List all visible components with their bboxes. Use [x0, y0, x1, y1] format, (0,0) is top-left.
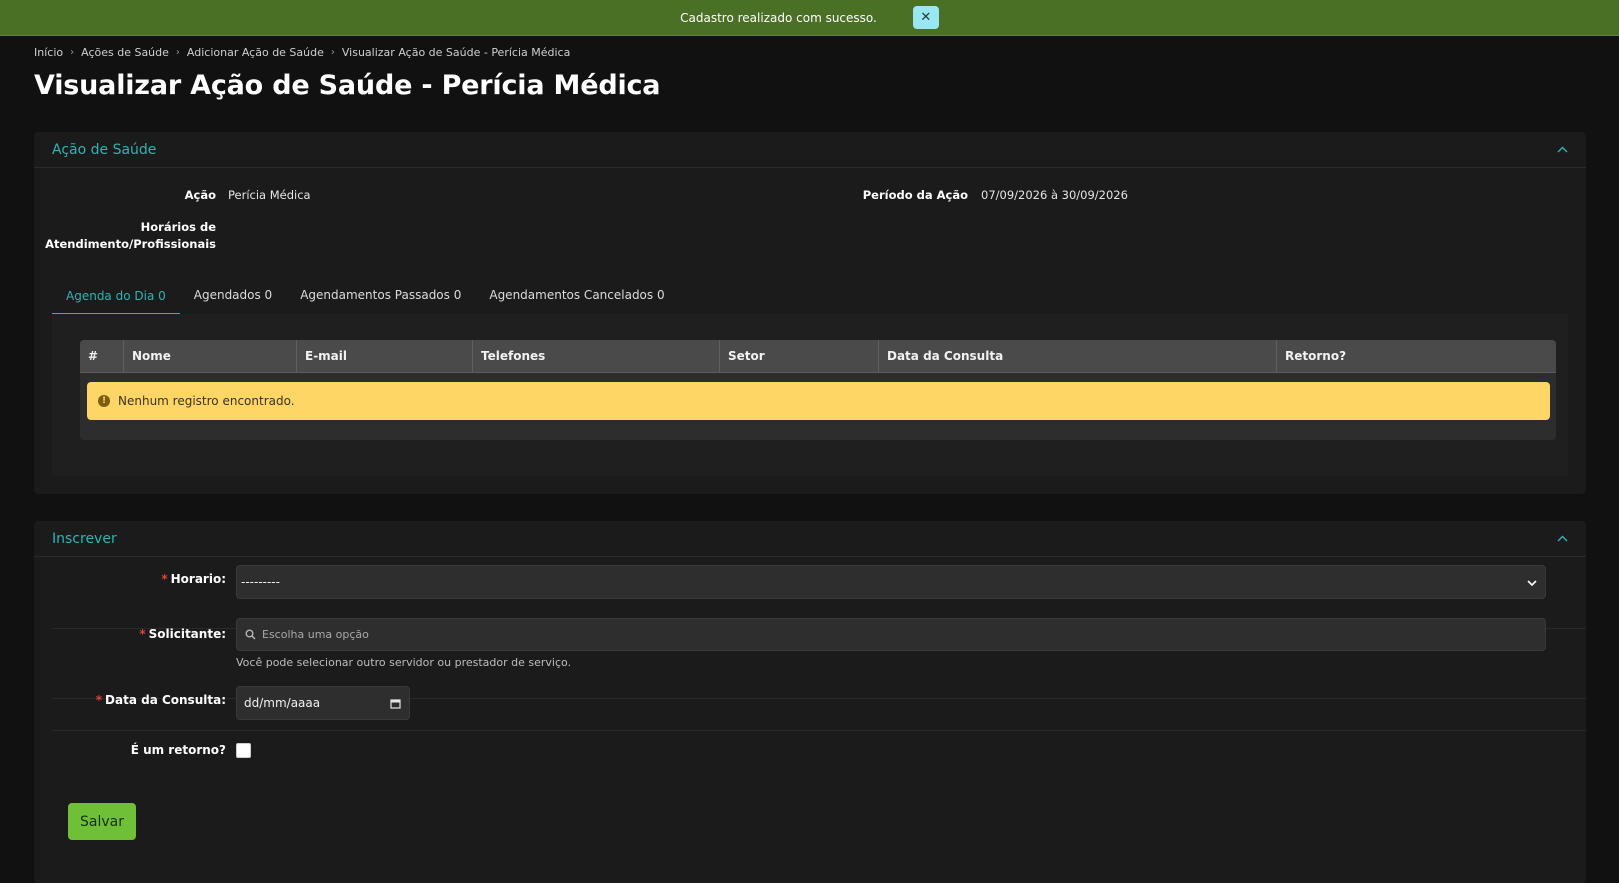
horarios-label-line2: Atendimento/Profissionais	[45, 237, 216, 251]
horario-selected-value: ---------	[241, 575, 280, 589]
breadcrumb: Início › Ações de Saúde › Adicionar Ação…	[34, 44, 570, 60]
panel-title: Inscrever	[52, 530, 117, 547]
acao-de-saude-panel-header[interactable]: Ação de Saúde	[34, 132, 1586, 168]
solicitante-placeholder: Escolha uma opção	[262, 628, 369, 641]
horarios-label-line1: Horários de	[140, 220, 216, 234]
data-consulta-row: * Data da Consulta: dd/mm/aaaa	[52, 679, 1586, 731]
close-icon: ✕	[920, 10, 932, 25]
retorno-checkbox[interactable]	[236, 743, 251, 758]
acao-label: Ação	[184, 188, 216, 202]
chevron-down-icon	[1527, 576, 1537, 589]
agenda-table: # Nome E-mail Telefones Setor Data da Co…	[80, 340, 1556, 440]
tab-agendamentos-passados[interactable]: Agendamentos Passados 0	[286, 288, 475, 314]
calendar-icon[interactable]	[390, 698, 401, 709]
periodo-field: Período da Ação	[734, 188, 968, 202]
chevron-up-icon[interactable]	[1556, 144, 1568, 156]
retorno-row: É um retorno?	[52, 731, 1586, 781]
periodo-value: 07/09/2026 à 30/09/2026	[981, 188, 1128, 202]
inscrever-panel: Inscrever * Horario: --------- * Solicitan…	[34, 521, 1586, 883]
acao-value: Perícia Médica	[228, 188, 311, 202]
data-consulta-label: * Data da Consulta:	[95, 693, 226, 707]
page-title: Visualizar Ação de Saúde - Perícia Médic…	[34, 70, 661, 101]
agenda-tabs: Agenda do Dia 0 Agendados 0 Agendamentos…	[52, 284, 679, 314]
periodo-label: Período da Ação	[862, 188, 968, 202]
breadcrumb-current: Visualizar Ação de Saúde - Perícia Médic…	[341, 45, 571, 59]
breadcrumb-inicio[interactable]: Início	[34, 46, 63, 59]
breadcrumb-separator-icon: ›	[330, 46, 335, 58]
acao-de-saude-panel: Ação de Saúde Ação Perícia Médica Períod…	[34, 132, 1586, 494]
empty-records-message: Nenhum registro encontrado.	[118, 394, 295, 408]
column-header-setor: Setor	[720, 340, 879, 372]
horarios-field: Horários de Atendimento/Profissionais	[34, 219, 216, 253]
retorno-label: É um retorno?	[130, 743, 226, 757]
panel-title: Ação de Saúde	[52, 141, 157, 158]
solicitante-help-text: Você pode selecionar outro servidor ou p…	[236, 656, 572, 669]
solicitante-search-input[interactable]: Escolha uma opção	[236, 618, 1546, 651]
save-button[interactable]: Salvar	[68, 803, 136, 840]
solicitante-label: * Solicitante:	[139, 627, 226, 641]
inscrever-panel-header[interactable]: Inscrever	[34, 521, 1586, 557]
tab-agenda-do-dia[interactable]: Agenda do Dia 0	[52, 289, 180, 314]
empty-records-alert: ! Nenhum registro encontrado.	[87, 382, 1550, 420]
horario-label: * Horario:	[161, 572, 226, 586]
breadcrumb-adicionar-acao[interactable]: Adicionar Ação de Saúde	[187, 46, 324, 59]
breadcrumb-acoes-de-saude[interactable]: Ações de Saúde	[81, 46, 169, 59]
chevron-up-icon[interactable]	[1556, 533, 1568, 545]
date-placeholder: dd/mm/aaaa	[244, 696, 321, 710]
table-header: # Nome E-mail Telefones Setor Data da Co…	[80, 340, 1556, 373]
search-icon	[245, 629, 257, 641]
warning-icon: !	[98, 395, 110, 407]
success-message: Cadastro realizado com sucesso.	[680, 10, 877, 25]
tab-agendados[interactable]: Agendados 0	[180, 288, 286, 314]
breadcrumb-separator-icon: ›	[175, 46, 180, 58]
column-header-data-consulta: Data da Consulta	[879, 340, 1277, 372]
acao-field: Ação	[34, 188, 216, 202]
column-header-index: #	[80, 340, 124, 372]
breadcrumb-separator-icon: ›	[70, 46, 75, 58]
success-banner: Cadastro realizado com sucesso. ✕	[0, 0, 1619, 36]
tab-agendamentos-cancelados[interactable]: Agendamentos Cancelados 0	[475, 288, 678, 314]
column-header-retorno: Retorno?	[1285, 349, 1347, 363]
column-header-email: E-mail	[297, 340, 473, 372]
column-header-telefones: Telefones	[473, 340, 720, 372]
agenda-tab-pane: # Nome E-mail Telefones Setor Data da Co…	[52, 314, 1568, 476]
horario-select[interactable]: ---------	[236, 565, 1546, 599]
column-header-nome: Nome	[124, 340, 297, 372]
close-banner-button[interactable]: ✕	[912, 6, 939, 29]
data-consulta-input[interactable]: dd/mm/aaaa	[236, 686, 410, 720]
